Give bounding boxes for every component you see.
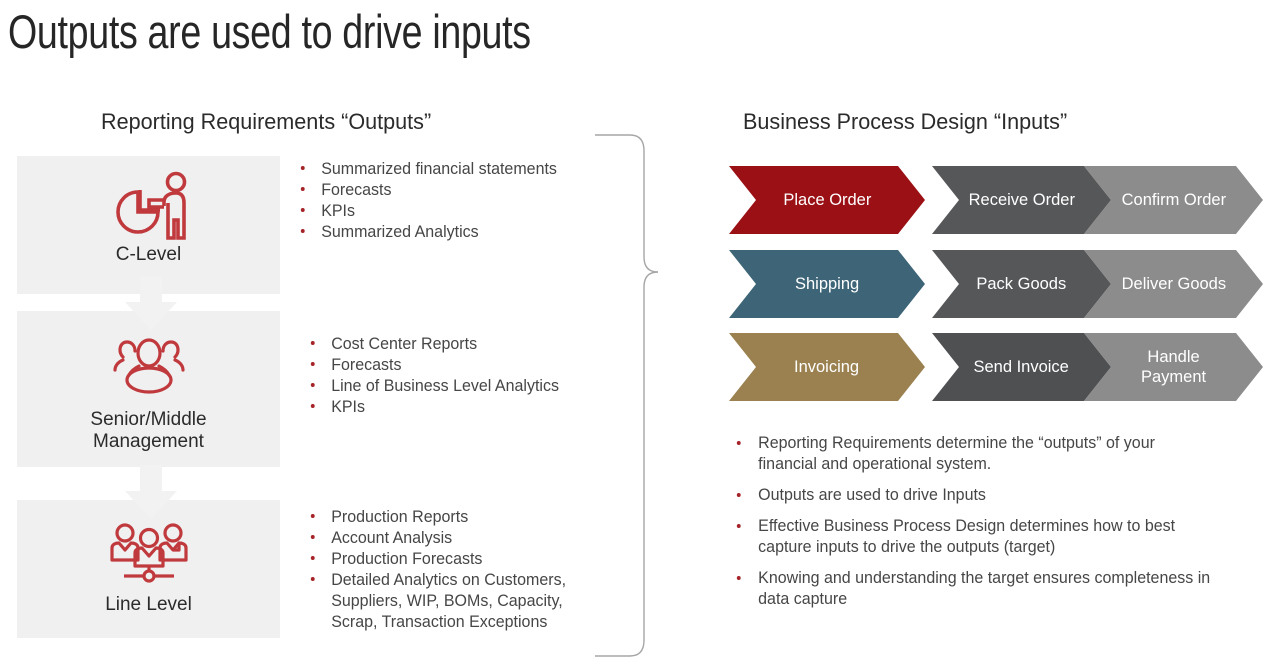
list-item-text: Outputs are used to drive Inputs <box>758 486 986 504</box>
level-label-line-level: Line Level <box>105 594 192 615</box>
list-item-text: Forecasts <box>331 356 402 374</box>
presenter-with-pie-chart-icon <box>106 170 192 247</box>
level-card-c-level: C-Level <box>17 156 280 294</box>
list-item-text: KPIs <box>321 202 356 220</box>
process-step-label: Send Invoice <box>973 357 1070 376</box>
bullet-list-line-level: Production Reports Account Analysis Prod… <box>305 507 595 633</box>
process-step-label: Shipping <box>794 274 860 293</box>
list-item-text: Summarized Analytics <box>321 223 479 241</box>
down-arrow-icon <box>125 465 177 519</box>
level-card-line-level: Line Level <box>17 500 280 638</box>
right-curly-brace-icon <box>592 133 662 658</box>
list-item-text: Account Analysis <box>331 529 453 547</box>
list-item: Production Reports <box>305 507 586 528</box>
level-card-senior-middle-management: Senior/Middle Management <box>17 311 280 467</box>
level-label-line-1: Senior/Middle <box>90 409 207 430</box>
list-item-text: Production Forecasts <box>331 550 483 568</box>
list-item: Production Forecasts <box>305 549 586 570</box>
bullet-list-summary: Reporting Requirements determine the “ou… <box>731 433 1231 620</box>
list-item: Summarized Analytics <box>295 222 586 243</box>
process-step-label: Receive Order <box>968 190 1075 209</box>
list-item: Reporting Requirements determine the “ou… <box>731 433 1216 475</box>
left-column-heading: Reporting Requirements “Outputs” <box>101 109 432 134</box>
process-step-receive-order[interactable]: Receive Order <box>932 166 1111 234</box>
list-item-text: KPIs <box>331 398 366 416</box>
list-item-text: Forecasts <box>321 181 392 199</box>
down-arrow-icon <box>125 276 177 330</box>
bullet-list-senior-middle-management: Cost Center Reports Forecasts Line of Bu… <box>305 334 605 418</box>
list-item-text: Line of Business Level Analytics <box>331 377 559 395</box>
list-item-text: Reporting Requirements determine the “ou… <box>758 434 1155 473</box>
list-item-text: Knowing and understanding the target ens… <box>758 569 1211 608</box>
bullet-dot-icon <box>736 576 741 580</box>
level-label-line-2: Management <box>93 431 204 453</box>
bullet-dot-icon <box>300 208 305 212</box>
three-people-group-icon <box>112 337 185 400</box>
list-item: Forecasts <box>305 355 596 376</box>
process-step-invoicing[interactable]: Invoicing <box>729 333 925 401</box>
process-step-send-invoice[interactable]: Send Invoice <box>932 333 1111 401</box>
process-step-label: Handle Payment <box>1140 347 1207 386</box>
bullet-dot-icon <box>300 166 305 170</box>
process-row-order: Place Order Receive Order Confirm Order <box>729 166 1263 234</box>
list-item: KPIs <box>305 397 596 418</box>
bullet-dot-icon <box>310 577 315 581</box>
process-step-pack-goods[interactable]: Pack Goods <box>932 250 1111 318</box>
list-item: Cost Center Reports <box>305 334 596 355</box>
team-org-chart-icon <box>109 522 188 589</box>
list-item: Detailed Analytics on Customers, Supplie… <box>305 570 586 633</box>
bullet-dot-icon <box>300 229 305 233</box>
bullet-dot-icon <box>736 524 741 528</box>
level-label-senior-middle-management: Senior/Middle Management <box>17 409 280 454</box>
list-item-text: Summarized financial statements <box>321 160 557 178</box>
right-column-heading: Business Process Design “Inputs” <box>743 109 1068 134</box>
bullet-dot-icon <box>310 535 315 539</box>
process-step-place-order[interactable]: Place Order <box>729 166 925 234</box>
process-step-label: Place Order <box>783 190 871 209</box>
process-step-shipping[interactable]: Shipping <box>729 250 925 318</box>
process-step-label: Invoicing <box>794 357 860 376</box>
list-item: Account Analysis <box>305 528 586 549</box>
list-item-text: Production Reports <box>331 508 469 526</box>
bullet-dot-icon <box>310 404 315 408</box>
process-step-label: Pack Goods <box>976 274 1067 293</box>
bullet-dot-icon <box>736 441 741 445</box>
list-item: Effective Business Process Design determ… <box>731 516 1216 558</box>
list-item-text: Cost Center Reports <box>331 335 478 353</box>
page-title: Outputs are used to drive inputs <box>8 5 531 58</box>
bullet-dot-icon <box>310 556 315 560</box>
bullet-dot-icon <box>310 514 315 518</box>
process-row-shipping: Shipping Pack Goods Deliver Goods <box>729 250 1263 318</box>
level-label-c-level: C-Level <box>115 244 182 265</box>
list-item: Knowing and understanding the target ens… <box>731 568 1216 610</box>
process-step-label: Confirm Order <box>1121 190 1226 209</box>
bullet-list-c-level: Summarized financial statements Forecast… <box>295 159 595 243</box>
list-item: KPIs <box>295 201 586 222</box>
list-item-text: Effective Business Process Design determ… <box>758 517 1176 556</box>
bullet-dot-icon <box>310 383 315 387</box>
list-item-text: Detailed Analytics on Customers, Supplie… <box>331 571 567 631</box>
process-row-invoicing: Invoicing Send Invoice Handle Payment <box>729 333 1263 401</box>
list-item: Outputs are used to drive Inputs <box>731 485 1216 506</box>
bullet-dot-icon <box>300 187 305 191</box>
bullet-dot-icon <box>310 362 315 366</box>
bullet-dot-icon <box>736 493 741 497</box>
process-step-label: Deliver Goods <box>1121 274 1226 293</box>
list-item: Forecasts <box>295 180 586 201</box>
list-item: Summarized financial statements <box>295 159 586 180</box>
list-item: Line of Business Level Analytics <box>305 376 596 397</box>
bullet-dot-icon <box>310 341 315 345</box>
